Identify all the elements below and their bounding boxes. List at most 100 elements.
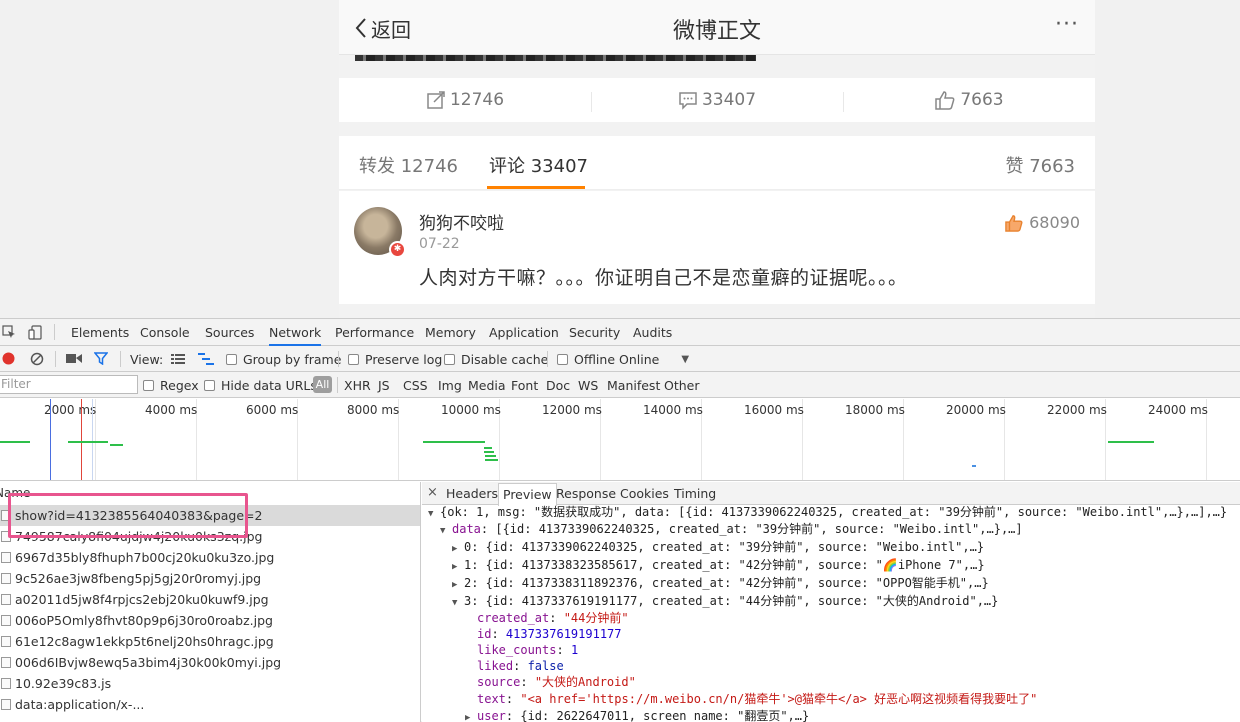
tab-console[interactable]: Console [140, 325, 190, 340]
device-toolbar-icon[interactable] [28, 325, 42, 340]
regex-label: Regex [160, 378, 199, 393]
json-root-summary: {ok: 1, msg: "数据获取成功", data: [{id: 41373… [440, 505, 1228, 519]
tab-preview[interactable]: Preview [498, 483, 557, 506]
hide-data-urls-checkbox[interactable]: Hide data URLs [204, 378, 317, 393]
filter-type-js[interactable]: JS [378, 378, 390, 393]
filter-type-xhr[interactable]: XHR [344, 378, 371, 393]
expanded-triangle-icon: ▼ [428, 509, 434, 519]
more-menu-button[interactable]: ··· [1055, 12, 1079, 37]
page-title: 微博正文 [672, 19, 761, 44]
request-row[interactable]: 61e12c8agw1ekkp5t6nelj20hs0hragc.jpg [0, 631, 420, 652]
screenshot-camera-icon[interactable] [66, 353, 82, 364]
regex-checkbox[interactable]: Regex [143, 378, 199, 393]
tab-headers[interactable]: Headers [446, 486, 498, 501]
tab-cookies[interactable]: Cookies [620, 486, 669, 501]
tab-repost[interactable]: 转发 12746 [359, 152, 458, 178]
load-event-marker [81, 399, 82, 480]
comment-text: 人肉对方干嘛？。。。你证明自己不是恋童癖的证据呢。。。 [419, 267, 908, 289]
timeline-tick: 8000 ms [347, 403, 400, 417]
image-icon [1, 594, 11, 605]
json-item-node[interactable]: ▶ 0: {id: 4137339062240325, created_at: "… [452, 539, 984, 556]
checkbox-icon [204, 380, 215, 391]
tab-elements[interactable]: Elements [71, 325, 129, 340]
tab-timing[interactable]: Timing [674, 486, 716, 501]
filter-divider [337, 377, 338, 393]
request-row[interactable]: 9c526ae3jw8fbeng5pj5gj20r0romyj.jpg [0, 568, 420, 589]
tab-memory[interactable]: Memory [425, 325, 476, 340]
group-by-frame-checkbox[interactable]: Group by frame [226, 352, 341, 367]
json-item-node[interactable]: ▶ 1: {id: 4137338323585617, created_at: "… [452, 557, 985, 574]
waterfall-view-icon[interactable] [198, 353, 214, 365]
thumbs-up-icon [1005, 214, 1023, 232]
json-item-node[interactable]: ▼ 3: {id: 4137337619191177, created_at: "… [452, 593, 998, 610]
filter-type-all[interactable]: All [313, 376, 332, 393]
tab-network[interactable]: Network [269, 325, 322, 346]
tab-security[interactable]: Security [569, 325, 620, 340]
json-number-value: 4137337619191177 [505, 627, 622, 641]
tab-sources[interactable]: Sources [205, 325, 254, 340]
filter-input[interactable]: Filter [0, 375, 138, 394]
filter-type-css[interactable]: CSS [403, 378, 428, 393]
json-key: data [452, 522, 481, 536]
throttle-select[interactable]: Online ▼ [619, 352, 689, 367]
filter-type-font[interactable]: Font [511, 378, 538, 393]
filter-type-doc[interactable]: Doc [546, 378, 570, 393]
timeline-request-bar [484, 447, 492, 449]
comment-like-button[interactable]: 68090 [1004, 213, 1080, 232]
tab-like[interactable]: 赞 7663 [1005, 152, 1075, 178]
checkbox-icon [143, 380, 154, 391]
request-row[interactable]: data:application/x-... [0, 694, 420, 715]
request-row[interactable]: 6967d35bly8fhuph7b00cj20ku0ku3zo.jpg [0, 547, 420, 568]
filter-type-manifest[interactable]: Manifest [607, 378, 660, 393]
filter-type-img[interactable]: Img [438, 378, 462, 393]
inspect-element-icon[interactable] [2, 325, 16, 339]
filter-type-media[interactable]: Media [468, 378, 506, 393]
comment-username[interactable]: 狗狗不咬啦 [419, 209, 504, 234]
json-item-summary: 2: {id: 4137338311892376, created_at: "4… [464, 576, 989, 590]
repost-button[interactable]: 12746 [339, 90, 591, 110]
request-row[interactable]: 006d6IBvjw8ewq5a3bim4j30k00k0myi.jpg [0, 652, 420, 673]
json-key: user [477, 709, 506, 722]
comment-count: 33407 [701, 90, 757, 110]
request-row[interactable]: 10.92e39c83.js [0, 673, 420, 694]
json-root-node[interactable]: ▼ {ok: 1, msg: "数据获取成功", data: [{id: 4137… [428, 504, 1227, 521]
comment-date: 07-22 [419, 236, 460, 252]
like-count: 7663 [960, 90, 1004, 110]
timeline-request-bar [0, 441, 30, 443]
timeline-request-bar [68, 441, 108, 443]
json-data-node[interactable]: ▼ data: [{id: 4137339062240325, created_a… [440, 521, 1023, 538]
filter-type-ws[interactable]: WS [578, 378, 598, 393]
close-icon[interactable]: × [427, 485, 438, 500]
disable-cache-checkbox[interactable]: Disable cache [444, 352, 548, 367]
request-name: 9c526ae3jw8fbeng5pj5gj20r0romyj.jpg [15, 571, 262, 586]
json-property: source: "大侠的Android" [477, 675, 636, 689]
json-user-node[interactable]: ▶ user: {id: 2622647011, screen_name: "翻壹… [465, 708, 809, 722]
network-overview-timeline[interactable]: 2000 ms 4000 ms 6000 ms 8000 ms 10000 ms… [0, 399, 1240, 481]
like-button[interactable]: 7663 [843, 90, 1095, 112]
tab-audits[interactable]: Audits [633, 325, 672, 340]
comment-button[interactable]: 33407 [591, 90, 843, 112]
disable-cache-label: Disable cache [461, 352, 549, 367]
preserve-log-checkbox[interactable]: Preserve log [348, 352, 442, 367]
request-row[interactable]: 006oP5Omly8fhvt80p9p6j30ro0roabz.jpg [0, 610, 420, 631]
request-row[interactable]: a02011d5jw8f4rpjcs2ebj20ku0kuwf9.jpg [0, 589, 420, 610]
json-item-summary: 1: {id: 4137338323585617, created_at: "4… [464, 558, 985, 572]
tab-performance[interactable]: Performance [335, 325, 414, 340]
expanded-triangle-icon: ▼ [440, 526, 446, 536]
clear-icon[interactable] [30, 352, 44, 366]
filter-type-other[interactable]: Other [664, 378, 700, 393]
list-view-icon[interactable] [171, 354, 185, 364]
weibo-navbar: 返回 微博正文 ··· [339, 0, 1095, 55]
json-key: text [477, 692, 506, 706]
comment-like-count: 68090 [1029, 213, 1080, 232]
request-name: a02011d5jw8f4rpjcs2ebj20ku0kuwf9.jpg [15, 592, 269, 607]
json-item-node[interactable]: ▶ 2: {id: 4137338311892376, created_at: "… [452, 575, 989, 592]
filter-funnel-icon[interactable] [94, 352, 108, 365]
repost-icon [427, 91, 445, 109]
record-icon[interactable] [2, 352, 15, 365]
tab-comment[interactable]: 评论 33407 [489, 152, 588, 178]
tab-application[interactable]: Application [489, 325, 559, 340]
tab-response[interactable]: Response [556, 486, 616, 501]
timeline-request-bar [485, 459, 498, 461]
offline-checkbox[interactable]: Offline [557, 352, 615, 367]
